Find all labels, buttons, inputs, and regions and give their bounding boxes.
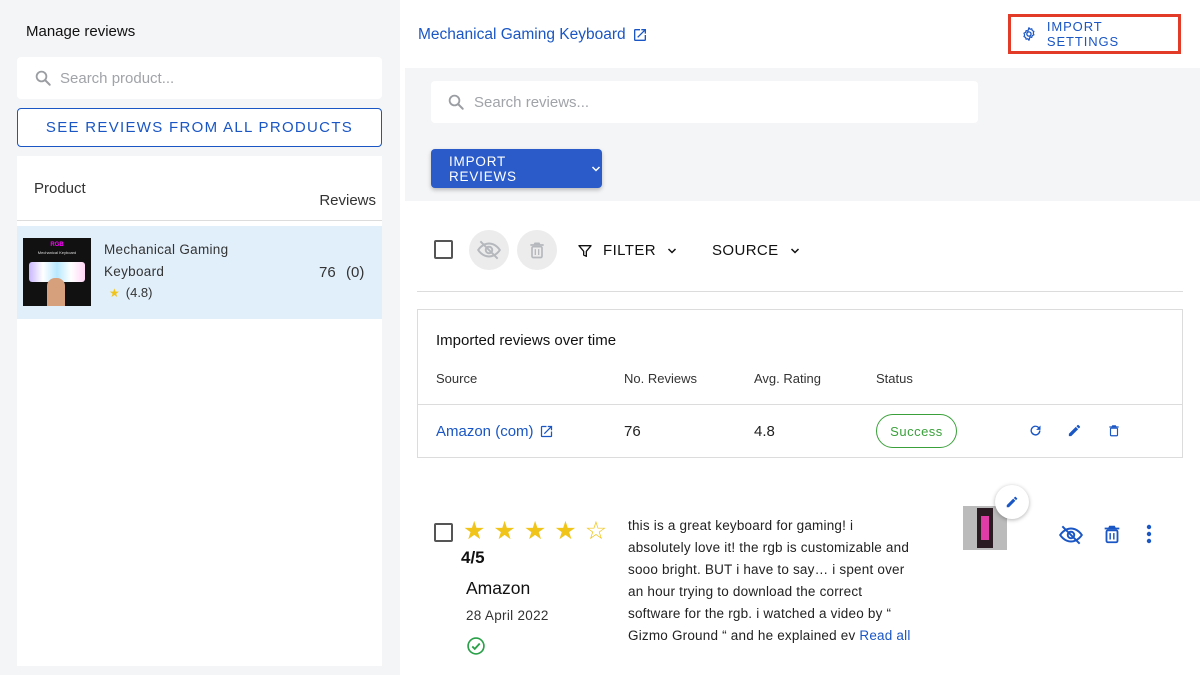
hide-review-icon[interactable]: [1058, 522, 1084, 548]
status-column-header: Status: [876, 371, 913, 386]
star-filled-icon: ★: [523, 517, 547, 545]
import-review-count: 76: [624, 423, 641, 440]
import-source-label: Amazon (com): [436, 423, 534, 440]
product-search-placeholder: Search product...: [60, 70, 175, 87]
review-stars: ★ ★ ★ ★ ☆: [463, 516, 607, 546]
review-checkbox[interactable]: [434, 523, 453, 542]
source-label: SOURCE: [712, 242, 779, 259]
hand-graphic: [47, 278, 65, 306]
sidebar-title: Manage reviews: [26, 23, 136, 40]
product-review-count: 76: [319, 264, 336, 281]
review-body: this is a great keyboard for gaming! i a…: [628, 518, 910, 643]
review-date: 28 April 2022: [466, 608, 549, 623]
product-search-input[interactable]: Search product...: [17, 57, 382, 99]
more-vertical-icon[interactable]: [1145, 522, 1153, 546]
filter-button[interactable]: FILTER: [577, 242, 678, 259]
product-column-header: Product: [34, 180, 86, 197]
product-pending-count: (0): [346, 264, 365, 281]
filter-icon: [578, 244, 592, 257]
product-link-label: Mechanical Gaming Keyboard: [418, 26, 626, 43]
search-icon: [448, 94, 464, 110]
review-text: this is a great keyboard for gaming! i a…: [628, 515, 913, 647]
thumbnail-rgb-text: RGB: [50, 242, 64, 248]
import-source-link[interactable]: Amazon (com): [436, 423, 554, 440]
import-settings-button[interactable]: IMPORT SETTINGS: [1008, 14, 1181, 54]
source-button[interactable]: SOURCE: [712, 242, 801, 259]
review-toolbar: FILTER SOURCE: [417, 230, 1183, 292]
trash-icon[interactable]: [1107, 423, 1121, 438]
photo-glow: [981, 516, 989, 540]
review-actions-band: Search reviews... IMPORT REVIEWS: [405, 68, 1200, 201]
review-source: Amazon: [466, 578, 531, 598]
product-name: Mechanical Gaming Keyboard: [104, 242, 229, 279]
star-outline-icon: ☆: [584, 517, 608, 545]
import-avg-rating: 4.8: [754, 423, 775, 440]
see-all-reviews-button[interactable]: SEE REVIEWS FROM ALL PRODUCTS: [17, 108, 382, 147]
count-column-header: No. Reviews: [624, 371, 697, 386]
star-filled-icon: ★: [554, 517, 577, 545]
review-item: ★ ★ ★ ★ ☆ 4/5 Amazon 28 April 2022 this …: [417, 478, 1183, 675]
status-badge: Success: [876, 414, 957, 448]
table-divider: [17, 220, 382, 221]
thumbnail-subtitle: Mechanical Keyboard: [37, 250, 77, 255]
imports-title: Imported reviews over time: [436, 332, 617, 349]
edit-icon[interactable]: [1067, 423, 1082, 438]
delete-review-icon[interactable]: [1101, 522, 1123, 546]
star-filled-icon: ★: [463, 517, 486, 545]
delete-selected-button[interactable]: [517, 230, 557, 270]
gear-icon: [1023, 27, 1035, 41]
edit-icon: [1006, 496, 1018, 508]
review-search-input[interactable]: Search reviews...: [431, 81, 978, 123]
product-thumbnail: RGB Mechanical Keyboard: [23, 238, 91, 306]
import-settings-label: IMPORT SETTINGS: [1046, 19, 1120, 49]
main-panel: Mechanical Gaming Keyboard IMPORT SETTIN…: [400, 0, 1200, 675]
sidebar: Manage reviews Search product... SEE REV…: [0, 0, 400, 675]
read-all-link[interactable]: Read all: [859, 628, 910, 643]
imports-divider: [418, 404, 1182, 405]
chevron-down-icon: [591, 165, 601, 172]
product-rating: ★ (4.8): [109, 285, 153, 300]
star-icon: ★: [109, 285, 120, 300]
chevron-down-icon: [667, 247, 676, 254]
select-all-checkbox[interactable]: [434, 240, 453, 259]
product-rating-value: (4.8): [125, 285, 153, 300]
trash-icon: [530, 242, 544, 259]
import-reviews-button[interactable]: IMPORT REVIEWS: [431, 149, 602, 188]
avg-rating-column-header: Avg. Rating: [754, 371, 821, 386]
review-search-placeholder: Search reviews...: [474, 94, 590, 111]
product-table: Product Reviews RGB Mechanical Keyboard …: [17, 156, 382, 666]
external-link-icon: [633, 29, 646, 41]
filter-label: FILTER: [603, 242, 656, 259]
refresh-icon[interactable]: [1028, 423, 1043, 438]
hide-selected-button[interactable]: [469, 230, 509, 270]
product-link[interactable]: Mechanical Gaming Keyboard: [418, 26, 648, 44]
chevron-down-icon: [790, 247, 799, 254]
review-score: 4/5: [461, 548, 485, 567]
imports-table-card: Imported reviews over time Source No. Re…: [417, 309, 1183, 458]
verified-check-icon: [467, 637, 485, 655]
external-link-icon: [540, 425, 552, 438]
source-column-header: Source: [436, 371, 478, 386]
search-icon: [35, 70, 51, 86]
star-filled-icon: ★: [493, 517, 516, 545]
import-reviews-label: IMPORT REVIEWS: [449, 153, 517, 184]
product-row[interactable]: RGB Mechanical Keyboard Mechanical Gamin…: [17, 226, 382, 319]
eye-off-icon: [477, 240, 501, 260]
reviews-column-header: Reviews: [319, 192, 376, 209]
edit-photo-button[interactable]: [995, 485, 1029, 519]
